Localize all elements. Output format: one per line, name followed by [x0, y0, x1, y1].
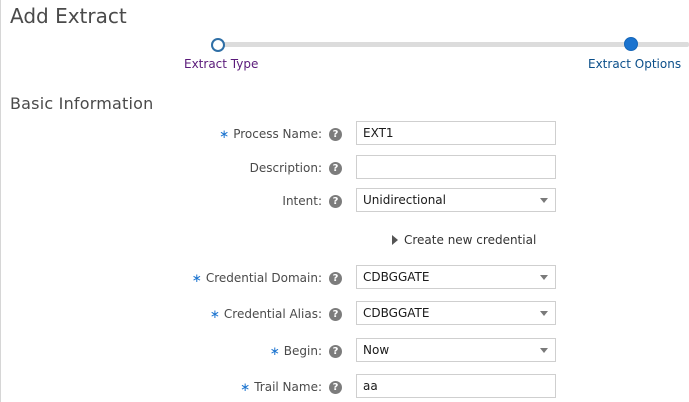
begin-select[interactable]: Now [356, 338, 556, 362]
step-train-track [217, 42, 689, 47]
create-new-credential-toggle[interactable]: Create new credential [392, 232, 536, 248]
credential-domain-label-group: ∗ Credential Domain: ? [192, 265, 342, 291]
begin-select-value: Now [363, 343, 390, 357]
process-name-row: ∗ Process Name: ? [0, 121, 689, 147]
step-extract-options-label[interactable]: Extract Options [588, 57, 681, 71]
intent-select[interactable]: Unidirectional [356, 188, 556, 212]
page-title: Add Extract [10, 4, 127, 28]
create-new-credential-label: Create new credential [404, 233, 537, 247]
begin-label-group: ∗ Begin: ? [270, 338, 342, 364]
required-icon: ∗ [269, 344, 280, 358]
trail-name-label-group: ∗ Trail Name: ? [240, 374, 342, 400]
step-extract-options-indicator[interactable] [624, 37, 638, 51]
credential-alias-label-group: ∗ Credential Alias: ? [210, 301, 342, 327]
process-name-input[interactable] [356, 121, 556, 145]
required-icon: ∗ [240, 380, 251, 394]
credential-alias-row: ∗ Credential Alias: ? CDBGGATE [0, 301, 689, 327]
credential-domain-label: Credential Domain: [205, 271, 322, 285]
help-icon[interactable]: ? [329, 161, 342, 175]
intent-label-group: Intent: ? [282, 188, 342, 214]
description-input[interactable] [356, 155, 556, 179]
required-icon: ∗ [219, 127, 230, 141]
chevron-down-icon [540, 275, 548, 280]
required-icon: ∗ [209, 307, 220, 321]
section-title: Basic Information [10, 94, 154, 113]
begin-row: ∗ Begin: ? Now [0, 338, 689, 364]
credential-alias-label: Credential Alias: [223, 307, 322, 321]
description-row: Description: ? [0, 155, 689, 181]
chevron-down-icon [540, 348, 548, 353]
chevron-down-icon [540, 311, 548, 316]
step-extract-type-label[interactable]: Extract Type [184, 57, 258, 71]
trail-name-label: Trail Name: [254, 380, 322, 394]
help-icon[interactable]: ? [329, 194, 342, 208]
credential-domain-row: ∗ Credential Domain: ? CDBGGATE [0, 265, 689, 291]
help-icon[interactable]: ? [329, 307, 342, 321]
credential-domain-select-value: CDBGGATE [363, 270, 430, 284]
triangle-right-icon [392, 235, 398, 245]
help-icon[interactable]: ? [329, 127, 342, 141]
step-extract-type-indicator[interactable] [211, 38, 225, 52]
help-icon[interactable]: ? [329, 344, 342, 358]
description-label: Description: [249, 161, 322, 175]
process-name-label-group: ∗ Process Name: ? [219, 121, 342, 147]
help-icon[interactable]: ? [329, 380, 342, 394]
description-label-group: Description: ? [250, 155, 342, 181]
credential-alias-select[interactable]: CDBGGATE [356, 301, 556, 325]
required-icon: ∗ [191, 271, 202, 285]
intent-select-value: Unidirectional [363, 193, 446, 207]
begin-label: Begin: [283, 344, 322, 358]
trail-name-row: ∗ Trail Name: ? [0, 374, 689, 400]
help-icon[interactable]: ? [329, 271, 342, 285]
chevron-down-icon [540, 198, 548, 203]
intent-label: Intent: [282, 194, 322, 208]
credential-domain-select[interactable]: CDBGGATE [356, 265, 556, 289]
credential-alias-select-value: CDBGGATE [363, 306, 430, 320]
intent-row: Intent: ? Unidirectional [0, 188, 689, 214]
trail-name-input[interactable] [356, 374, 556, 398]
process-name-label: Process Name: [233, 127, 322, 141]
